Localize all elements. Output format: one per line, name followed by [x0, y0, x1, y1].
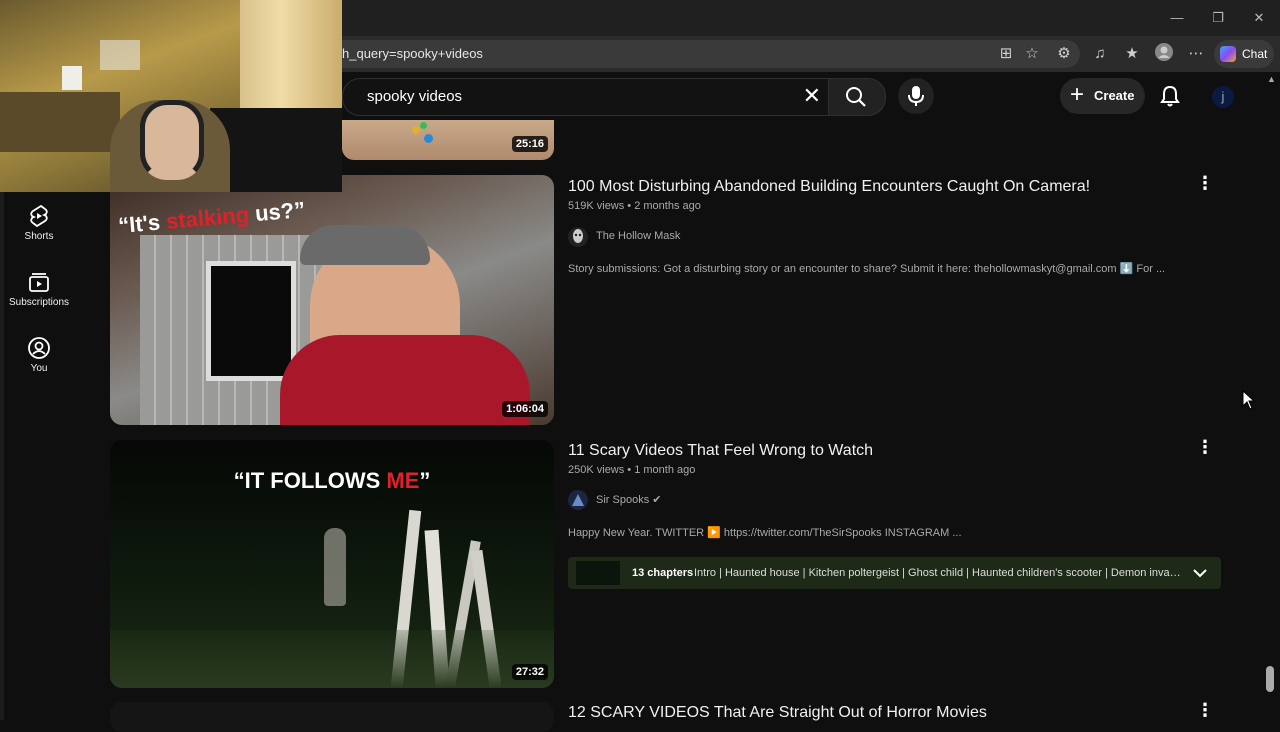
scroll-up-arrow-icon[interactable]: ▲ — [1267, 74, 1276, 84]
more-actions-icon[interactable]: ⋮ — [1196, 173, 1214, 193]
channel-avatar[interactable] — [568, 227, 588, 247]
chat-label: Chat — [1242, 47, 1268, 61]
decor-ball — [412, 126, 420, 134]
decor-ball — [424, 134, 433, 143]
video-duration: 27:32 — [511, 664, 548, 680]
search-input[interactable]: spooky videos ✕ — [342, 78, 830, 116]
caption-part: “It's — [117, 209, 168, 239]
channel-name[interactable]: Sir Spooks ✔ — [596, 493, 661, 506]
voice-search-button[interactable] — [898, 78, 934, 114]
caption-part: “IT FOLLOWS — [233, 468, 387, 493]
address-bar[interactable]: h_query=spooky+videos — [330, 40, 1080, 68]
decor-ball — [420, 122, 427, 129]
channel-avatar[interactable] — [568, 490, 588, 510]
search-button[interactable] — [828, 78, 886, 116]
chevron-down-icon[interactable] — [1192, 565, 1208, 581]
webcam-paper — [100, 40, 140, 70]
channel-name[interactable]: The Hollow Mask — [596, 230, 680, 242]
webcam-shelf — [0, 92, 120, 152]
create-label: Create — [1094, 88, 1135, 103]
video-title[interactable]: 100 Most Disturbing Abandoned Building E… — [568, 178, 1090, 196]
account-avatar[interactable]: j — [1212, 86, 1234, 108]
video-duration: 25:16 — [511, 136, 548, 152]
search-icon — [846, 87, 866, 107]
video-duration: 1:06:04 — [502, 401, 548, 417]
chapters-panel[interactable]: 13 chapters Intro | Haunted house | Kitc… — [568, 557, 1221, 589]
video-title[interactable]: 11 Scary Videos That Feel Wrong to Watch — [568, 442, 873, 460]
channel-name-text: Sir Spooks — [596, 494, 650, 506]
page-scrollbar[interactable]: ▲ — [1264, 72, 1280, 720]
minimize-button[interactable]: — — [1162, 8, 1192, 28]
profile-icon[interactable] — [1152, 42, 1176, 66]
app-available-icon[interactable]: ⊞ — [994, 42, 1018, 66]
subscriptions-icon — [29, 273, 49, 292]
thumbnail-caption: “It's stalking us?” — [117, 197, 306, 239]
copilot-icon — [1220, 46, 1236, 62]
window-frame — [206, 261, 296, 381]
plus-icon: + — [1070, 81, 1085, 108]
favorite-star-icon[interactable]: ☆ — [1020, 42, 1044, 66]
video-description: Story submissions: Got a disturbing stor… — [568, 263, 1166, 275]
ghost-figure — [324, 528, 346, 606]
webcam-person-head — [140, 100, 204, 180]
chapter-thumbnail — [576, 561, 620, 585]
caption-part: ” — [419, 468, 431, 493]
webcam-paper — [62, 66, 82, 90]
clear-search-icon[interactable]: ✕ — [803, 83, 821, 109]
search-query: spooky videos — [367, 88, 463, 105]
favorites-icon[interactable]: ★ — [1120, 42, 1144, 66]
sidebar-item-label: Shorts — [24, 231, 54, 242]
video-thumbnail[interactable] — [110, 702, 554, 732]
chapters-count: 13 chapters — [632, 567, 694, 579]
ground — [110, 630, 554, 688]
video-thumbnail[interactable]: “It's stalking us?” 1:06:04 — [110, 175, 554, 425]
scrollbar-thumb[interactable] — [1266, 666, 1274, 692]
sidebar-item-label: Subscriptions — [8, 297, 70, 308]
video-thumbnail[interactable]: “IT FOLLOWS ME” 27:32 — [110, 440, 554, 688]
caption-highlight: stalking — [165, 201, 251, 234]
video-thumbnail[interactable]: 25:16 — [342, 120, 554, 160]
close-window-button[interactable]: ✕ — [1244, 8, 1274, 28]
microphone-icon — [908, 86, 924, 106]
more-actions-icon[interactable]: ⋮ — [1196, 437, 1214, 457]
mouse-cursor-icon — [1242, 390, 1256, 410]
webcam-overlay — [0, 0, 342, 192]
presenter-cap — [300, 225, 430, 265]
presenter-shirt — [280, 335, 530, 425]
shorts-icon — [30, 204, 48, 228]
sidebar-item-subscriptions[interactable]: Subscriptions — [4, 270, 74, 308]
caption-part: us?” — [247, 196, 307, 227]
more-options-icon[interactable]: ⋯ — [1184, 42, 1208, 66]
sidebar-item-shorts[interactable]: Shorts — [4, 204, 74, 242]
sidebar-item-label: You — [30, 363, 48, 374]
notifications-bell-icon[interactable] — [1158, 84, 1182, 108]
read-aloud-icon[interactable]: ♫ — [1088, 42, 1112, 66]
video-description: Happy New Year. TWITTER ▶️ https://twitt… — [568, 527, 962, 539]
chapters-list: Intro | Haunted house | Kitchen polterge… — [694, 567, 1184, 579]
extensions-icon[interactable]: ⚙ — [1052, 42, 1076, 66]
url-text: h_query=spooky+videos — [342, 46, 483, 61]
caption-highlight: ME — [386, 468, 420, 493]
more-actions-icon[interactable]: ⋮ — [1196, 700, 1214, 720]
thumbnail-caption: “IT FOLLOWS ME” — [110, 468, 554, 494]
video-meta: 250K views • 1 month ago — [568, 464, 696, 476]
sidebar-item-you[interactable]: You — [4, 336, 74, 374]
maximize-button[interactable]: ❐ — [1203, 8, 1233, 28]
copilot-chat-button[interactable]: Chat — [1214, 40, 1274, 68]
video-title[interactable]: 12 SCARY VIDEOS That Are Straight Out of… — [568, 704, 987, 722]
sidebar: Shorts Subscriptions You — [0, 192, 72, 720]
video-meta: 519K views • 2 months ago — [568, 200, 701, 212]
create-button[interactable]: + Create — [1060, 78, 1145, 114]
verified-badge-icon: ✔ — [652, 494, 662, 506]
you-icon — [28, 337, 50, 359]
